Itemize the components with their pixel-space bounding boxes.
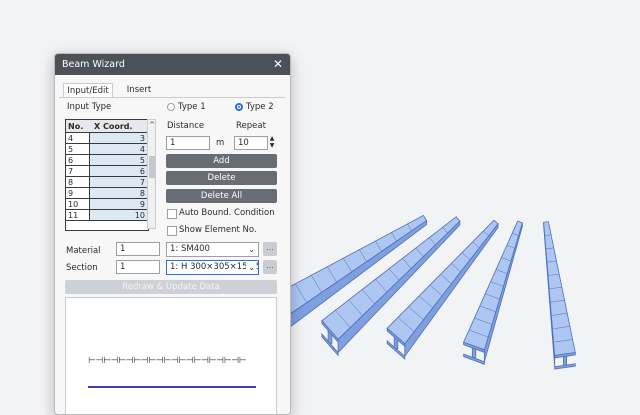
tab-insert[interactable]: Insert [119, 83, 159, 97]
scroll-up-icon[interactable]: ^ [148, 121, 156, 129]
table-cell-x-coord[interactable]: 5 [90, 155, 148, 166]
spin-down-icon[interactable]: ▼ [267, 143, 277, 149]
table-cell-x-coord[interactable]: 3 [90, 133, 148, 144]
close-icon[interactable]: ✕ [272, 57, 284, 71]
preview-panel: ⊢⊣⊢⊣⊢⊣⊢⊣⊢⊣⊢⊣⊢⊣⊢⊣⊢⊣⊢⊣⊢ [65, 297, 277, 414]
table-cell-no[interactable]: 6 [66, 155, 90, 166]
type1-label: Type 1 [178, 102, 206, 112]
table-cell-x-coord[interactable]: 7 [90, 177, 148, 188]
material-more-button[interactable]: ... [263, 242, 277, 256]
tab-input-edit[interactable]: Input/Edit [63, 83, 113, 97]
title-bar[interactable]: Beam Wizard ✕ [55, 54, 290, 75]
section-more-button[interactable]: ... [263, 260, 277, 274]
distance-label: Distance [167, 121, 205, 131]
add-button[interactable]: Add [166, 154, 277, 168]
show-element-label: Show Element No. [179, 225, 257, 235]
type2-label: Type 2 [246, 102, 274, 112]
section-label: Section [66, 263, 98, 273]
repeat-input[interactable]: 10 [234, 136, 268, 150]
table-cell-x-coord[interactable]: 10 [90, 210, 148, 221]
table-cell-x-coord[interactable]: 6 [90, 166, 148, 177]
table-cell-no[interactable]: 8 [66, 177, 90, 188]
show-element-checkbox[interactable] [167, 226, 177, 236]
distance-input[interactable]: 1 [166, 136, 210, 150]
table-cell-x-coord[interactable]: 9 [90, 199, 148, 210]
delete-button[interactable]: Delete [166, 171, 277, 185]
preview-beam-line [88, 386, 256, 388]
coord-table[interactable]: No. X Coord. 4 3 5 4 6 5 7 6 8 7 9 8 10 9 11 10 [65, 119, 149, 231]
material-number-input[interactable]: 1 [116, 242, 160, 256]
auto-bound-label: Auto Bound. Condition [179, 208, 275, 218]
section-select[interactable]: 1: H 300×305×15/15 ⌄ [166, 260, 259, 275]
table-scrollbar[interactable]: ^ [147, 119, 156, 229]
section-number-input[interactable]: 1 [116, 260, 160, 274]
table-cell-x-coord[interactable]: 4 [90, 144, 148, 155]
col-header-no: No. [68, 122, 84, 131]
tab-divider [59, 97, 286, 98]
auto-bound-checkbox[interactable] [167, 209, 177, 219]
beam-wizard-dialog: Beam Wizard ✕ Input/Edit Insert Input Ty… [54, 53, 291, 415]
chevron-down-icon: ⌄ [246, 261, 255, 274]
delete-all-button[interactable]: Delete All [166, 189, 277, 203]
scroll-thumb[interactable] [149, 156, 155, 178]
input-type-label: Input Type [67, 102, 112, 112]
table-cell-no[interactable]: 5 [66, 144, 90, 155]
distance-unit: m [216, 138, 225, 148]
type2-radio[interactable] [235, 103, 243, 111]
type1-radio[interactable] [167, 103, 175, 111]
repeat-label: Repeat [236, 121, 266, 131]
material-label: Material [66, 246, 101, 256]
material-select[interactable]: 1: SM400 ⌄ [166, 242, 259, 257]
table-cell-x-coord[interactable]: 8 [90, 188, 148, 199]
preview-node-ticks: ⊢⊣⊢⊣⊢⊣⊢⊣⊢⊣⊢⊣⊢⊣⊢⊣⊢⊣⊢⊣⊢ [88, 356, 247, 366]
table-header: No. X Coord. [66, 120, 148, 133]
dialog-title: Beam Wizard [62, 59, 125, 70]
table-cell-no[interactable]: 11 [66, 210, 90, 221]
redraw-update-button[interactable]: Redraw & Update Data [65, 280, 277, 294]
table-cell-no[interactable]: 10 [66, 199, 90, 210]
col-header-x-coord: X Coord. [94, 122, 133, 131]
table-cell-no[interactable]: 9 [66, 188, 90, 199]
chevron-down-icon: ⌄ [246, 243, 255, 256]
material-select-value: 1: SM400 [170, 244, 210, 254]
table-cell-no[interactable]: 7 [66, 166, 90, 177]
table-cell-no[interactable]: 4 [66, 133, 90, 144]
